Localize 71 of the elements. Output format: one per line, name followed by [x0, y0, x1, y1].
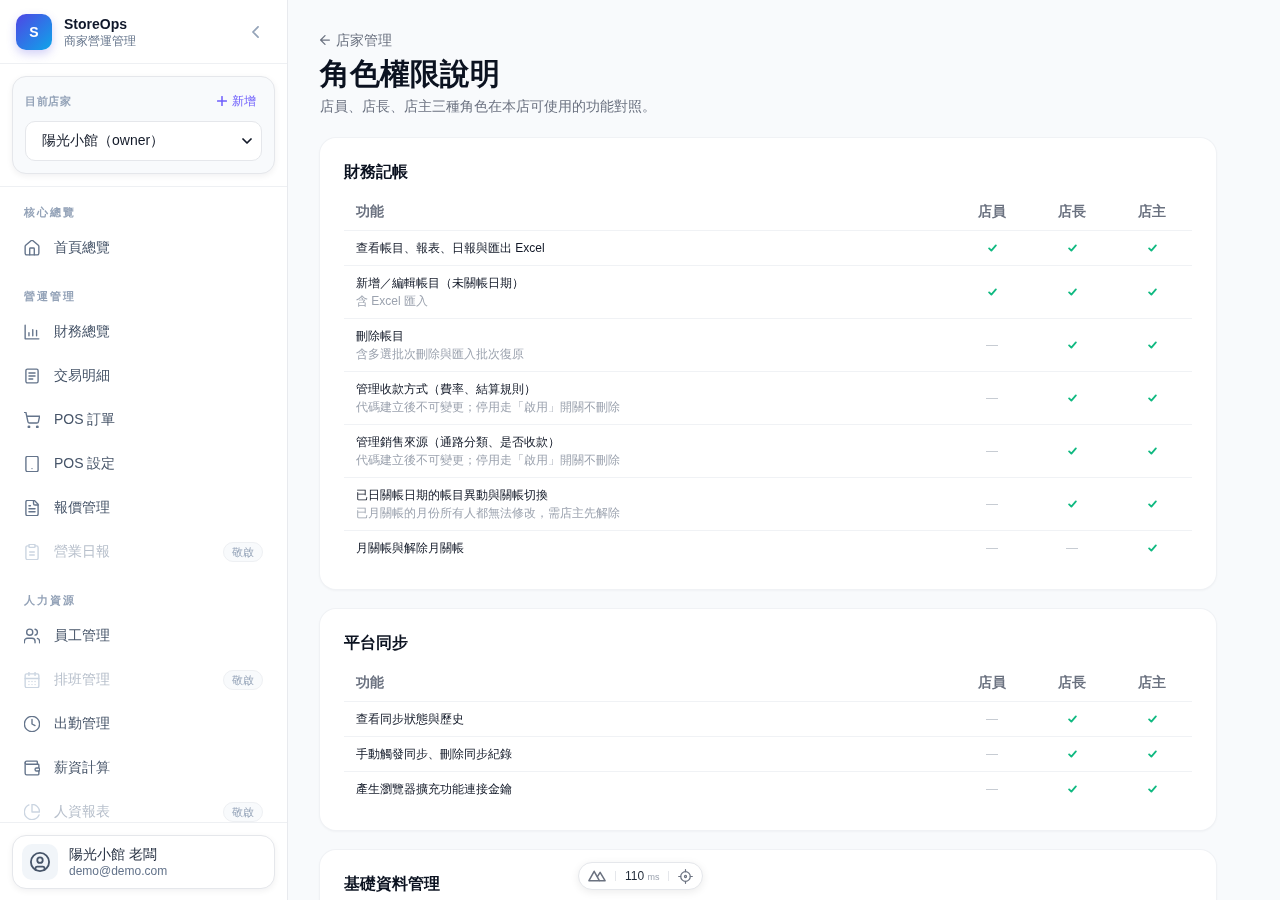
feature-note: 含 Excel 匯入 — [356, 293, 428, 310]
nav-item[interactable]: 報價管理 — [12, 486, 275, 530]
section-title: 基礎資料管理 — [344, 874, 440, 894]
nav-section-label: 人力資源 — [23, 593, 77, 608]
notice-badge: 敬啟 — [223, 542, 263, 562]
page-title: 角色權限說明 — [320, 56, 500, 92]
nav-item[interactable]: 薪資計算 — [12, 746, 275, 790]
nav-item[interactable]: 財務總覽 — [12, 310, 275, 354]
home-icon — [24, 240, 40, 256]
nav-section-label: 營運管理 — [23, 289, 77, 304]
file-text-icon — [24, 500, 40, 516]
nav-item[interactable]: POS 訂單 — [12, 398, 275, 442]
wallet-icon — [24, 760, 40, 776]
crosshair-icon[interactable] — [678, 868, 694, 884]
user-name: 陽光小館 老闆 — [69, 845, 158, 863]
add-store-button[interactable]: 新增 — [215, 90, 262, 112]
section-title: 財務記帳 — [344, 162, 408, 182]
pie-chart-icon — [24, 804, 40, 820]
nav-item[interactable]: 出勤管理 — [12, 702, 275, 746]
nav-item[interactable]: 交易明細 — [12, 354, 275, 398]
user-card[interactable]: 陽光小館 老闆 demo@demo.com — [12, 835, 275, 889]
nav-item[interactable]: 首頁總覽 — [12, 226, 275, 270]
feature-name: 手動觸發同步、刪除同步紀錄 — [356, 746, 512, 763]
app-name: StoreOps — [64, 14, 128, 33]
app-logo[interactable]: S — [16, 13, 52, 50]
current-store-label: 目前店家 — [25, 93, 71, 109]
clipboard-icon — [24, 544, 40, 560]
nav-item[interactable]: POS 設定 — [12, 442, 275, 486]
clock-icon — [24, 716, 40, 732]
document-lines-icon — [24, 368, 40, 384]
plus-icon — [217, 96, 227, 106]
column-header: 店長 — [1058, 203, 1086, 221]
column-header: 店主 — [1138, 203, 1166, 221]
response-time: 110 ms — [625, 869, 660, 883]
triangles-icon[interactable] — [588, 870, 606, 882]
feature-name: 查看同步狀態與歷史 — [356, 711, 464, 728]
column-header: 店長 — [1058, 674, 1086, 692]
feature-note: 代碼建立後不可變更；停用走「啟用」開關不刪除 — [356, 452, 620, 469]
calendar-icon — [24, 672, 40, 688]
feature-note: 代碼建立後不可變更；停用走「啟用」開關不刪除 — [356, 399, 620, 416]
users-icon — [24, 628, 40, 644]
app-tagline: 商家營運管理 — [64, 32, 137, 49]
column-header: 功能 — [356, 203, 384, 221]
feature-name: 產生瀏覽器擴充功能連接金鑰 — [356, 781, 512, 798]
arrow-left-icon — [320, 35, 330, 45]
tablet-icon — [24, 456, 40, 472]
feature-note: 含多選批次刪除與匯入批次復原 — [356, 346, 524, 363]
notice-badge: 敬啟 — [223, 670, 263, 690]
bar-chart-icon — [24, 324, 40, 340]
back-link[interactable]: 店家管理 — [320, 30, 392, 50]
cart-icon — [24, 412, 40, 428]
feature-name: 管理銷售來源（通路分類、是否收款） — [356, 434, 560, 451]
nav-item[interactable]: 員工管理 — [12, 614, 275, 658]
feature-name: 月關帳與解除月關帳 — [356, 540, 464, 557]
feature-name: 查看帳目、報表、日報與匯出 Excel — [356, 240, 545, 257]
feature-name: 已日關帳日期的帳目異動與關帳切換 — [356, 487, 548, 504]
feature-name: 新增／編輯帳目（未關帳日期） — [356, 275, 524, 292]
feature-note: 已月關帳的月份所有人都無法修改，需店主先解除 — [356, 505, 620, 522]
notice-badge: 敬啟 — [223, 802, 263, 822]
column-header: 店員 — [978, 674, 1006, 692]
user-email: demo@demo.com — [69, 863, 168, 879]
nav-section-label: 核心總覽 — [23, 205, 77, 220]
store-select[interactable]: 陽光小館（owner） — [25, 121, 262, 161]
feature-name: 刪除帳目 — [356, 328, 404, 345]
column-header: 店主 — [1138, 674, 1166, 692]
section-title: 平台同步 — [344, 633, 408, 653]
column-header: 店員 — [978, 203, 1006, 221]
page-subtitle: 店員、店長、店主三種角色在本店可使用的功能對照。 — [320, 97, 656, 116]
feature-name: 管理收款方式（費率、結算規則） — [356, 381, 536, 398]
chevron-down-icon — [242, 138, 252, 144]
column-header: 功能 — [356, 674, 384, 692]
